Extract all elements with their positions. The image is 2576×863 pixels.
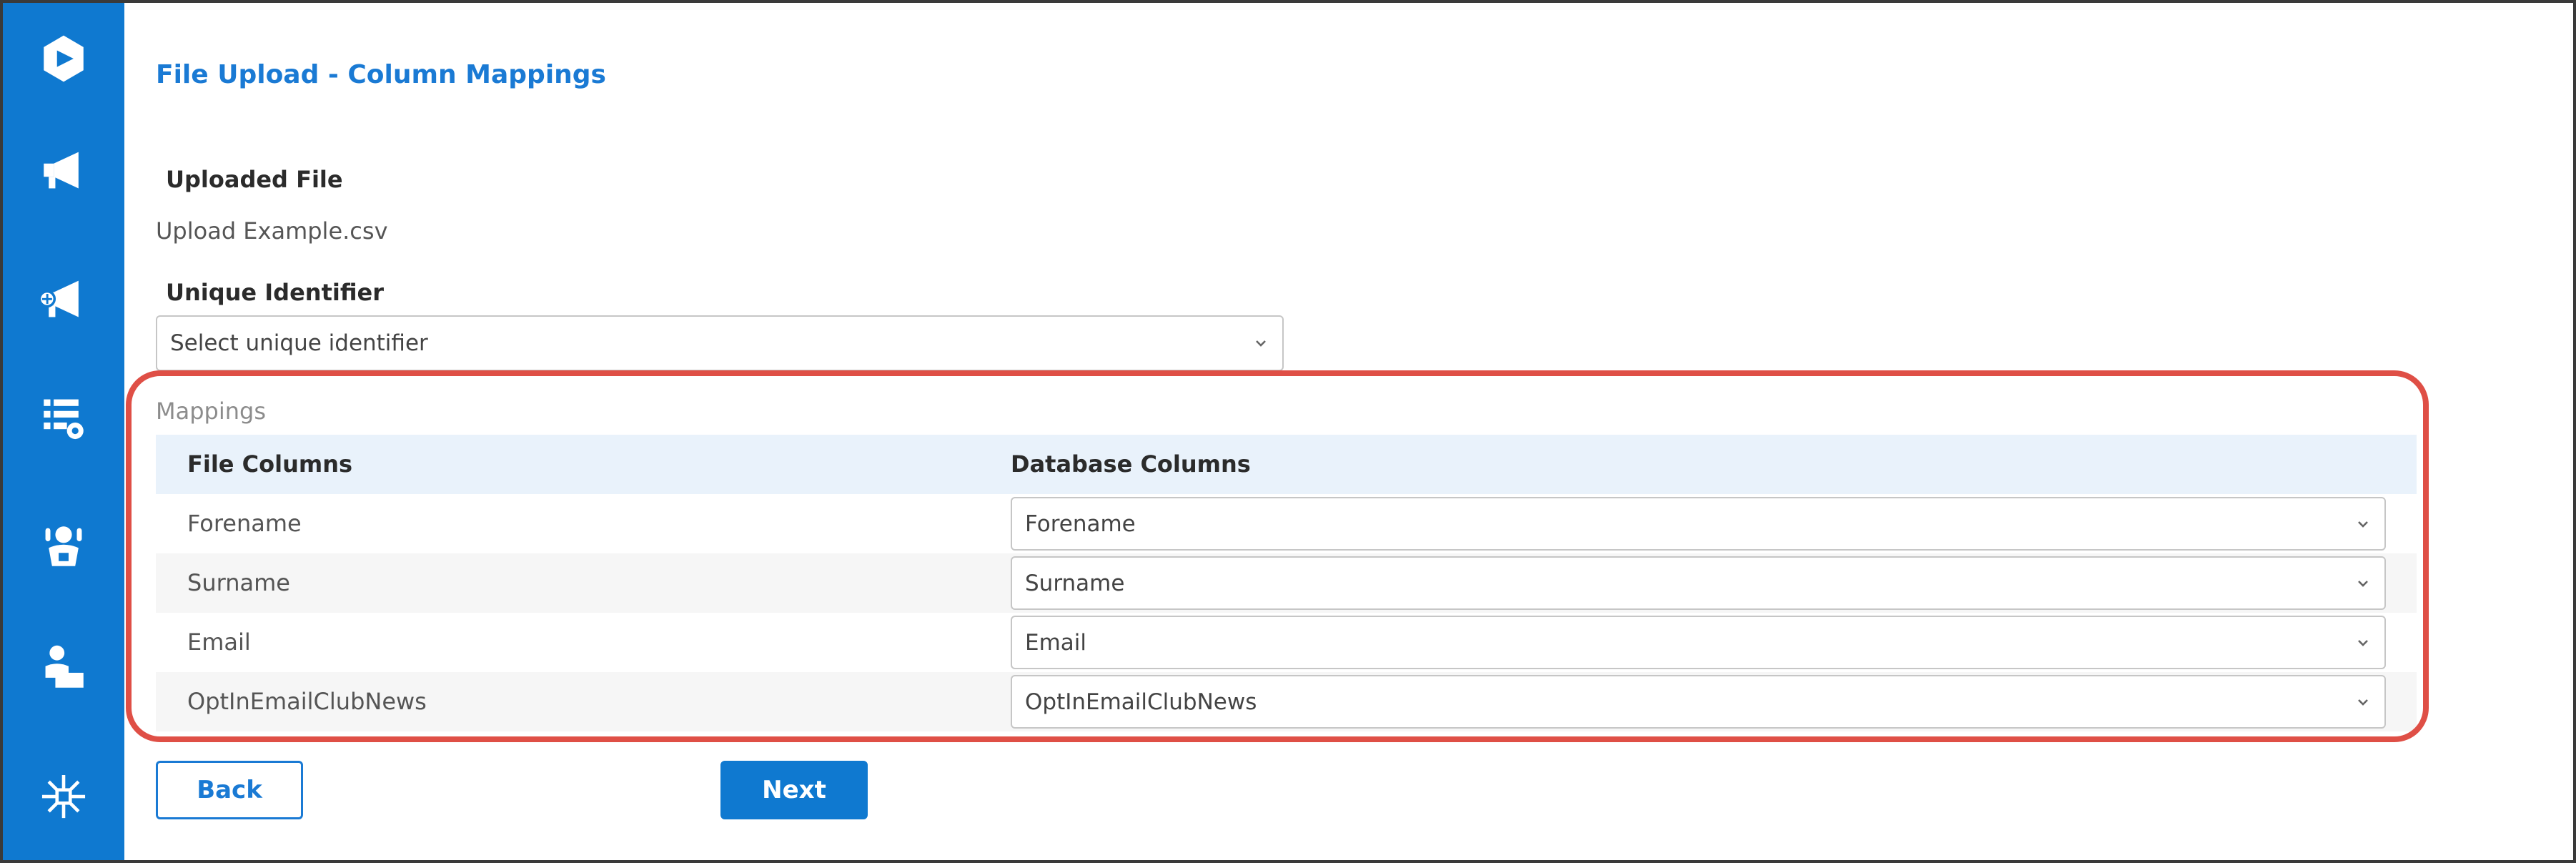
unique-identifier-label: Unique Identifier xyxy=(166,279,385,306)
table-row: OptInEmailClubNews OptInEmailClubNews xyxy=(156,672,2417,731)
logo-icon[interactable] xyxy=(28,23,99,94)
campaigns-megaphone-icon[interactable] xyxy=(28,134,99,206)
back-button[interactable]: Back xyxy=(156,761,303,819)
file-column-cell: Forename xyxy=(187,510,302,537)
uploaded-file-name: Upload Example.csv xyxy=(156,217,388,245)
support-agent-icon[interactable] xyxy=(28,511,99,582)
chevron-down-icon xyxy=(2354,575,2372,592)
table-row: Surname Surname xyxy=(156,553,2417,613)
mappings-title: Mappings xyxy=(156,398,266,425)
file-column-cell: OptInEmailClubNews xyxy=(187,688,427,715)
database-column-select[interactable]: Forename xyxy=(1011,497,2386,551)
chevron-down-icon xyxy=(1252,335,1269,352)
uploaded-file-label: Uploaded File xyxy=(166,166,343,193)
add-campaign-megaphone-icon[interactable] xyxy=(28,263,99,335)
database-column-select[interactable]: Surname xyxy=(1011,556,2386,610)
presenter-icon[interactable] xyxy=(28,632,99,704)
sidebar xyxy=(3,3,124,860)
file-column-cell: Surname xyxy=(187,569,290,596)
database-column-value: Surname xyxy=(1025,570,1125,596)
database-column-select[interactable]: OptInEmailClubNews xyxy=(1011,675,2386,729)
database-columns-header: Database Columns xyxy=(1011,450,1251,478)
main-content: File Upload - Column Mappings Uploaded F… xyxy=(124,3,2573,860)
database-column-value: Email xyxy=(1025,629,1087,656)
chevron-down-icon xyxy=(2354,694,2372,711)
next-button[interactable]: Next xyxy=(720,761,868,819)
chevron-down-icon xyxy=(2354,516,2372,533)
unique-identifier-select[interactable]: Select unique identifier xyxy=(156,315,1284,371)
list-settings-icon[interactable] xyxy=(28,382,99,453)
database-column-value: OptInEmailClubNews xyxy=(1025,689,1257,715)
file-column-cell: Email xyxy=(187,628,251,656)
app-window: File Upload - Column Mappings Uploaded F… xyxy=(0,0,2576,863)
unique-identifier-value: Select unique identifier xyxy=(170,330,428,356)
database-column-select[interactable]: Email xyxy=(1011,616,2386,669)
table-row: Email Email xyxy=(156,613,2417,672)
database-column-value: Forename xyxy=(1025,511,1136,537)
page-title: File Upload - Column Mappings xyxy=(156,60,606,89)
mappings-header-row: File Columns Database Columns xyxy=(156,435,2417,494)
chevron-down-icon xyxy=(2354,634,2372,651)
snowflake-grid-icon[interactable] xyxy=(28,761,99,832)
file-columns-header: File Columns xyxy=(187,450,353,478)
mappings-table: File Columns Database Columns Forename F… xyxy=(156,435,2417,731)
table-row: Forename Forename xyxy=(156,494,2417,553)
